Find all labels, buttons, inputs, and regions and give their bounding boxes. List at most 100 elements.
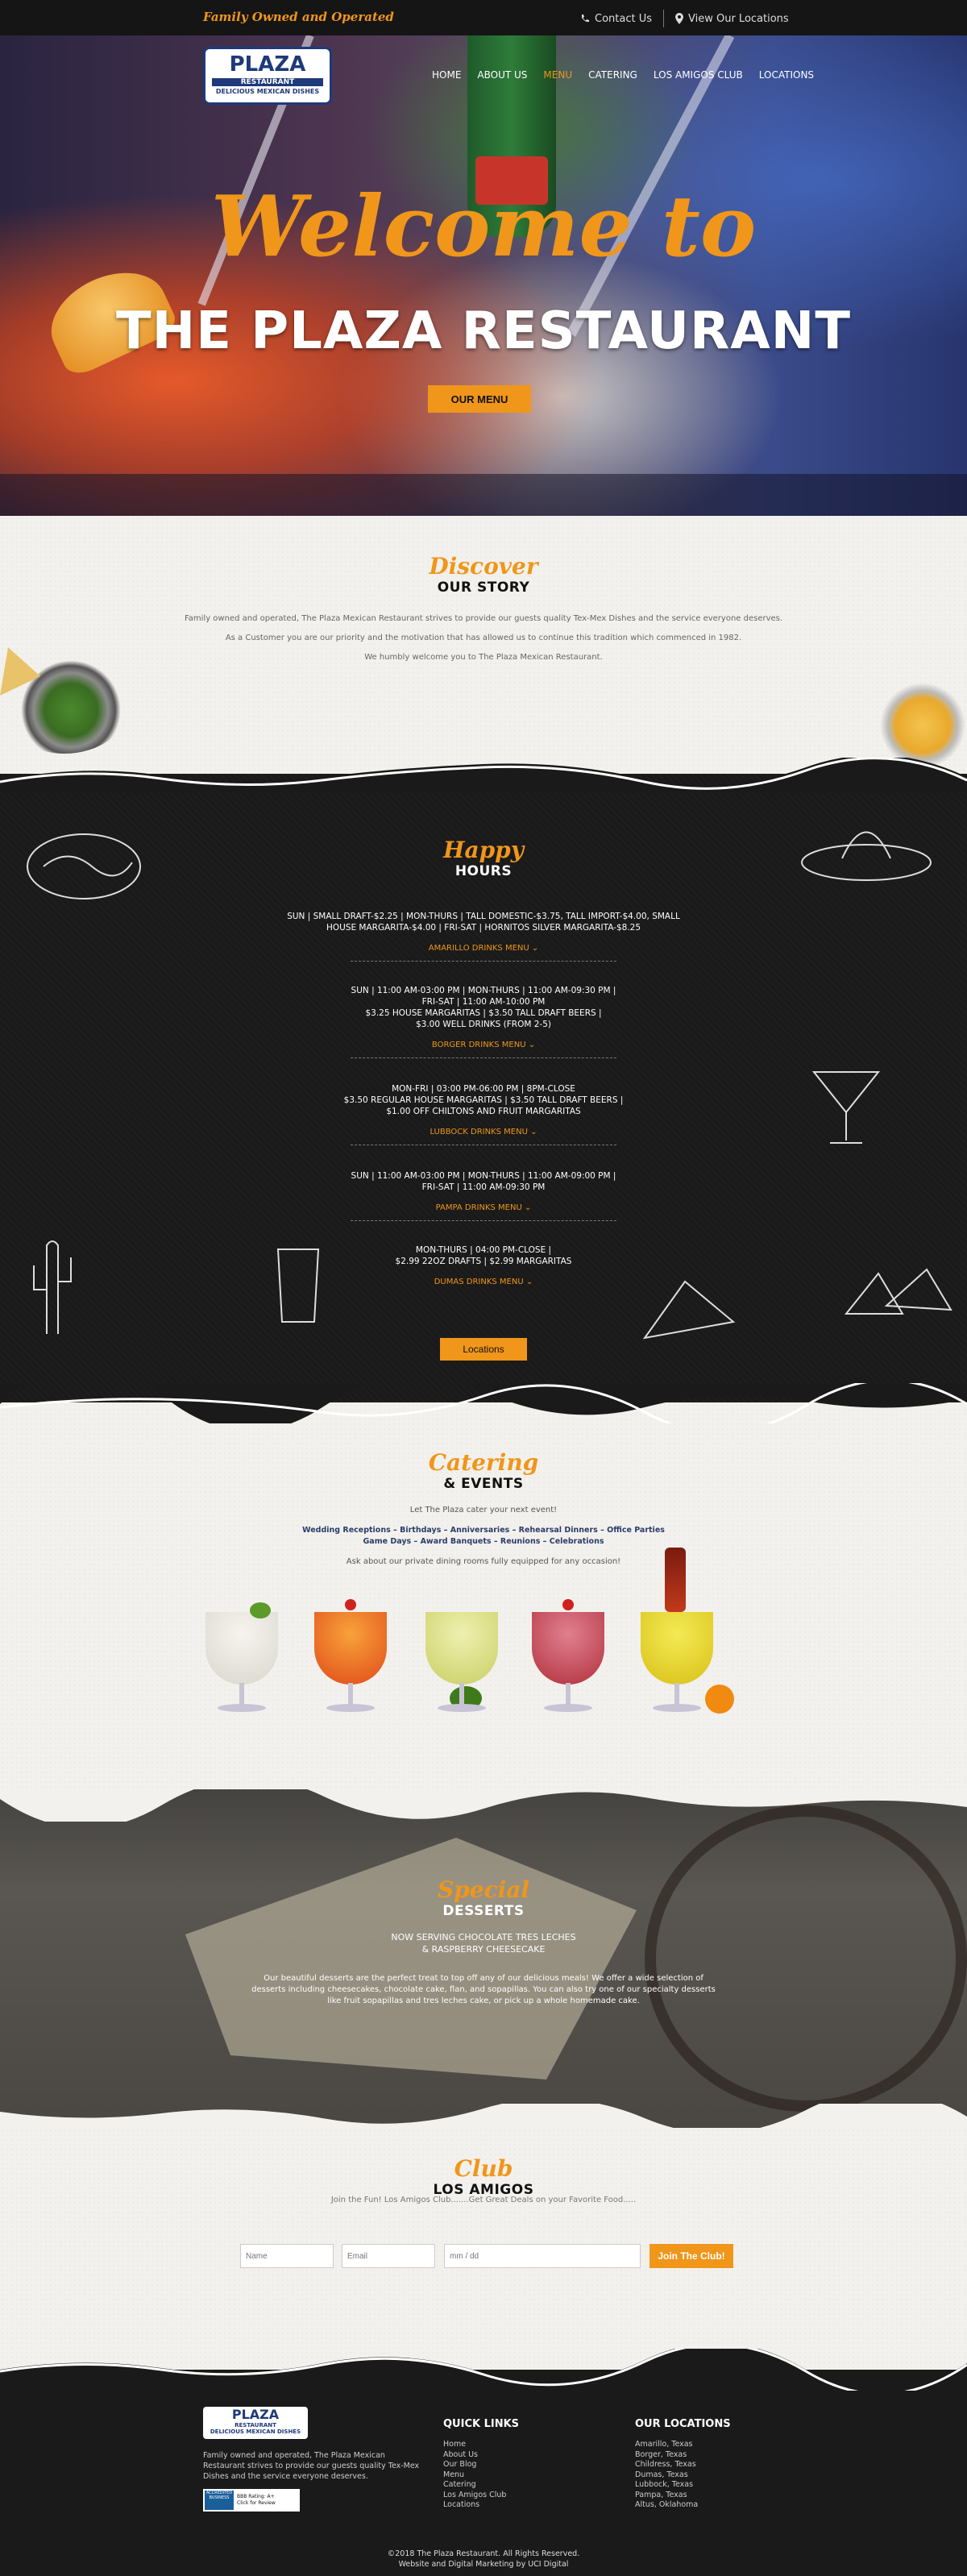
salsa-jar-sketch-icon <box>276 1249 320 1323</box>
quick-link-menu[interactable]: Menu <box>443 2470 519 2481</box>
name-input[interactable] <box>240 2244 334 2268</box>
footer-logo[interactable]: PLAZA RESTAURANT DELICIOUS MEXICAN DISHE… <box>203 2407 308 2439</box>
hours-line: $3.50 REGULAR HOUSE MARGARITAS | $3.50 T… <box>343 1095 624 1105</box>
beer-bottle-image <box>665 1548 686 1612</box>
credit-link[interactable]: Website and Digital Marketing by UCI Dig… <box>0 2559 967 2570</box>
amarillo-drinks-menu-link[interactable]: AMARILLO DRINKS MENU ⌄ <box>282 943 685 954</box>
sombrero-sketch-icon <box>801 831 932 881</box>
our-locations-title: OUR LOCATIONS <box>635 2418 731 2430</box>
our-locations-column: OUR LOCATIONS Amarillo, Texas Borger, Te… <box>635 2418 731 2511</box>
desserts-paragraph: Our beautiful desserts are the perfect t… <box>251 1974 716 2005</box>
locations-link[interactable]: View Our Locations <box>675 13 789 25</box>
quesadilla-sketch-icon <box>642 1280 736 1340</box>
hero-welcome-script: Welcome to <box>210 177 757 276</box>
pampa-drinks-menu-link[interactable]: PAMPA DRINKS MENU ⌄ <box>282 1203 685 1214</box>
borger-drinks-menu-link[interactable]: BORGER DRINKS MENU ⌄ <box>282 1040 685 1051</box>
divider <box>351 1220 616 1221</box>
logo-line-2: RESTAURANT <box>212 78 323 86</box>
hours-line: $3.00 WELL DRINKS (FROM 2-5) <box>415 1020 551 1029</box>
locations-button[interactable]: Locations <box>440 1338 527 1361</box>
hours-line: SUN | 11:00 AM-03:00 PM | MON-THURS | 11… <box>351 1171 616 1181</box>
location-childress[interactable]: Childress, Texas <box>635 2460 731 2470</box>
drink-image <box>532 1596 604 1717</box>
hours-line: MON-THURS | 04:00 PM-CLOSE | <box>415 1245 552 1255</box>
quick-link-club[interactable]: Los Amigos Club <box>443 2491 519 2501</box>
cheesecake-image <box>185 1838 637 2079</box>
divider <box>351 1057 616 1058</box>
desserts-subheading: NOW SERVING CHOCOLATE TRES LECHES & RASP… <box>0 1931 967 1955</box>
drink-image <box>314 1596 387 1717</box>
catering-heading: & EVENTS <box>443 1476 524 1492</box>
quick-link-locations[interactable]: Locations <box>443 2500 519 2511</box>
nav-los-amigos-club[interactable]: LOS AMIGOS CLUB <box>654 69 743 81</box>
hours-line: $3.25 HOUSE MARGARITAS | $3.50 TALL DRAF… <box>365 1008 602 1018</box>
hours-line: HOUSE MARGARITA-$4.00 | FRI-SAT | HORNIT… <box>326 923 641 933</box>
our-menu-button[interactable]: OUR MENU <box>428 385 531 413</box>
quick-link-catering[interactable]: Catering <box>443 2480 519 2491</box>
location-lubbock[interactable]: Lubbock, Texas <box>635 2480 731 2491</box>
email-input[interactable] <box>342 2244 435 2268</box>
location-borger[interactable]: Borger, Texas <box>635 2450 731 2461</box>
hours-location-borger: SUN | 11:00 AM-03:00 PM | MON-THURS | 11… <box>282 985 685 1058</box>
nav-about-us[interactable]: ABOUT US <box>477 69 527 81</box>
hours-location-amarillo: SUN | SMALL DRAFT-$2.25 | MON-THURS | TA… <box>282 911 685 962</box>
nav-menu[interactable]: MENU <box>543 69 572 81</box>
lubbock-drinks-menu-link[interactable]: LUBBOCK DRINKS MENU ⌄ <box>282 1127 685 1138</box>
location-altus[interactable]: Altus, Oklahoma <box>635 2500 731 2511</box>
quick-link-home[interactable]: Home <box>443 2440 519 2450</box>
hours-line: $2.99 22OZ DRAFTS | $2.99 MARGARITAS <box>395 1257 572 1266</box>
bbb-seal-icon: ACCREDITED BUSINESS <box>205 2491 234 2510</box>
footer-logo-line-3: DELICIOUS MEXICAN DISHES <box>210 2429 301 2435</box>
torn-edge-top <box>0 1789 967 1822</box>
chevron-down-icon: ⌄ <box>531 944 539 953</box>
locations-label: View Our Locations <box>688 12 789 25</box>
desserts-sub-line-1: NOW SERVING CHOCOLATE TRES LECHES <box>391 1932 576 1942</box>
chevron-down-icon: ⌄ <box>528 1041 536 1049</box>
tagline: Family Owned and Operated <box>203 10 394 24</box>
torn-edge-bottom <box>0 2104 967 2128</box>
hours-location-dumas: MON-THURS | 04:00 PM-CLOSE | $2.99 22OZ … <box>282 1244 685 1288</box>
catering-dining-note: Ask about our private dining rooms fully… <box>346 1557 621 1566</box>
contact-link[interactable]: Contact Us <box>580 13 652 25</box>
location-amarillo[interactable]: Amarillo, Texas <box>635 2440 731 2450</box>
bbb-badge[interactable]: ACCREDITED BUSINESS BBB Rating: A+ Click… <box>203 2489 300 2512</box>
margarita-glass-sketch-icon <box>811 1071 881 1144</box>
map-pin-icon <box>675 13 683 24</box>
quick-link-about[interactable]: About Us <box>443 2450 519 2461</box>
cactus-sketch-icon <box>33 1240 72 1334</box>
contact-label: Contact Us <box>595 12 652 25</box>
quick-link-blog[interactable]: Our Blog <box>443 2460 519 2470</box>
site-logo[interactable]: PLAZA RESTAURANT DELICIOUS MEXICAN DISHE… <box>203 47 332 105</box>
torn-edge-top <box>0 758 967 793</box>
bbb-click: Click for Review <box>237 2500 276 2506</box>
hours-line: SUN | 11:00 AM-03:00 PM | MON-THURS | 11… <box>351 986 616 995</box>
copyright-bar: ©2018 The Plaza Restaurant. All Rights R… <box>0 2544 967 2576</box>
link-label: PAMPA DRINKS MENU <box>435 1203 522 1212</box>
quick-links-column: QUICK LINKS Home About Us Our Blog Menu … <box>443 2418 519 2511</box>
nav-catering[interactable]: CATERING <box>588 69 637 81</box>
location-pampa[interactable]: Pampa, Texas <box>635 2491 731 2501</box>
club-subtext: Join the Fun! Los Amigos Club.......Get … <box>330 2196 637 2204</box>
chocolate-drizzle-image <box>645 1805 967 2112</box>
story-paragraph-3: We humbly welcome you to The Plaza Mexic… <box>364 653 603 662</box>
happy-hours-section: Happy HOURS SUN | SMALL DRAFT-$2.25 | MO… <box>0 758 967 1402</box>
chevron-down-icon: ⌄ <box>524 1203 532 1212</box>
hours-line: $1.00 OFF CHILTONS AND FRUIT MARGARITAS <box>386 1107 581 1116</box>
catering-intro: Let The Plaza cater your next event! <box>409 1506 558 1514</box>
dumas-drinks-menu-link[interactable]: DUMAS DRINKS MENU ⌄ <box>282 1277 685 1288</box>
hours-line: FRI-SAT | 11:00 AM-09:30 PM <box>421 1182 546 1192</box>
location-dumas[interactable]: Dumas, Texas <box>635 2470 731 2481</box>
logo-line-1: PLAZA <box>229 52 306 77</box>
desserts-heading: DESSERTS <box>442 1903 525 1919</box>
hours-location-pampa: SUN | 11:00 AM-03:00 PM | MON-THURS | 11… <box>282 1170 685 1221</box>
footer-logo-line-1: PLAZA <box>231 2407 280 2422</box>
nav-home[interactable]: HOME <box>432 69 461 81</box>
nav-locations[interactable]: LOCATIONS <box>759 69 814 81</box>
footer-logo-line-2: RESTAURANT <box>234 2422 276 2429</box>
story-script: Discover <box>429 553 538 580</box>
hero-bottom-shade <box>0 474 967 516</box>
join-club-button[interactable]: Join The Club! <box>650 2244 733 2268</box>
drink-image <box>205 1596 278 1717</box>
birthday-input[interactable] <box>444 2244 641 2268</box>
desserts-section: Special DESSERTS NOW SERVING CHOCOLATE T… <box>0 1789 967 2128</box>
